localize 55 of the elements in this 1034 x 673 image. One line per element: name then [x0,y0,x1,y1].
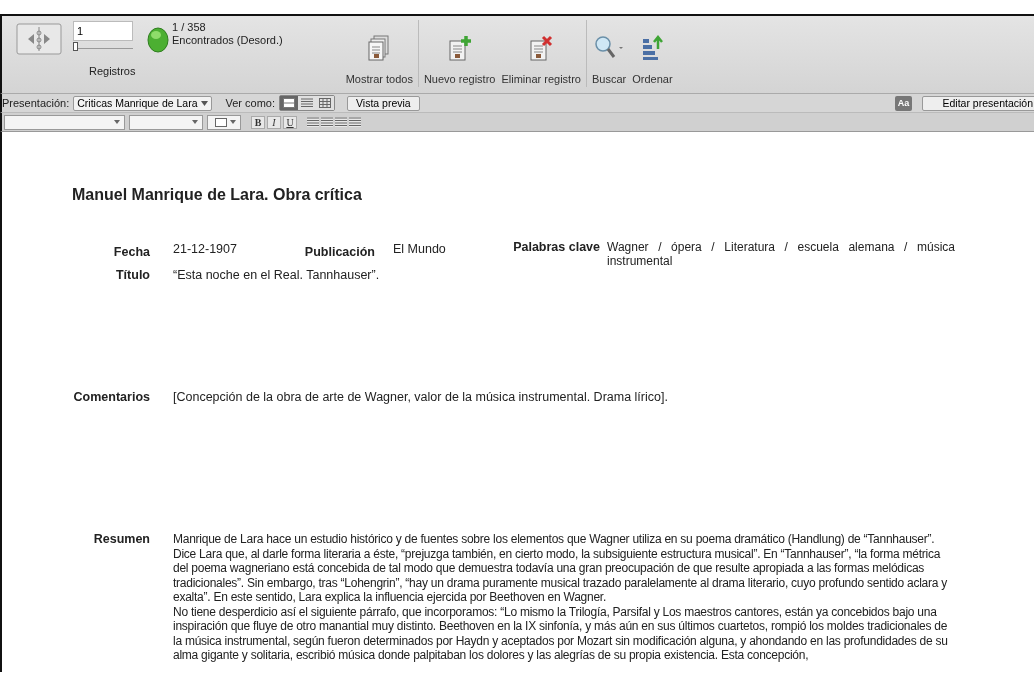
caret-icon [114,120,120,124]
toolbar-button[interactable]: Nuevo registro [420,16,499,91]
toolbar-button[interactable]: Buscar [588,16,630,91]
record-slider[interactable] [73,42,78,51]
font-size-dropdown[interactable] [129,114,203,130]
style-button[interactable]: U [283,115,297,129]
align-icon[interactable] [307,117,319,127]
field-label: Publicación [303,244,375,259]
keywords-value: Wagner / ópera / Literatura / escuela alemana / música instrumental [606,240,955,268]
title-value: “Esta noche en el Real. Tannhauser”. [173,268,381,282]
preview-button[interactable]: Vista previa [347,95,420,111]
field-label: Comentarios [72,390,150,404]
document-delete-icon [529,35,554,61]
summary-paragraph: No tiene desperdicio así el siguiente párrafo, que incorporamos: “Lo mismo la Trilogía, Parsifal y Los maestros cantores, están ya concebidos bajo una inspiración que fluye de otro manantial muy distinto. Beethoven en la IX sinfonía, y más aún en sus últimos cuartetos, rompió los moldes tradicionales de la música instrumental, según fueron determinados por Haydn y aceptados por Mozart sin modificación alguna, y ahondando en las profundidades de su alma gigante y solitaria, escribió música donde palpitaban los dolores y las alegrías de su propia existencia. Esta concepción, [173,604,949,663]
caret-icon [192,120,198,124]
table-view-icon [319,98,332,108]
style-button[interactable]: I [267,115,281,129]
found-status: Encontrados (Desord.) [172,34,283,47]
toolbar-button[interactable]: Ordenar [629,16,676,91]
color-dropdown[interactable] [207,114,241,130]
align-icon[interactable] [349,117,361,127]
view-as-label: Ver como: [225,97,276,109]
view-button[interactable] [298,96,317,110]
caret-icon [200,100,208,106]
field-label: Fecha [112,244,150,259]
sort-bars-icon [641,35,664,61]
view-button[interactable] [316,96,335,110]
field-label: Palabras clave [512,240,600,254]
publication-value: El Mundo [392,241,447,256]
edit-layout-button[interactable]: Editar presentación [922,95,1034,111]
records-label: Registros [89,65,133,77]
form-view-icon [283,98,296,108]
toolbar-button[interactable]: Mostrar todos [342,16,416,91]
list-view-icon [301,98,314,108]
toolbar-button[interactable]: Eliminar registro [498,16,584,91]
comments-value: [Concepción de la obra de arte de Wagner, valor de la música instrumental. Drama lírico]. [173,390,669,404]
layout-dropdown[interactable]: Criticas Manrique de Lara [73,95,212,111]
summary-paragraph: Manrique de Lara hace un estudio histórico y de fuentes sobre los elementos que Wagner utiliza en su poema dramático (Handlung) de “Tannhauser”. Dice Lara que, al darle forma literaria a éste, “prejuzga también, en cierto modo, la subsiguiente estructura musical”. En “Tannhauser”, “la forma métrica del poema wagneriano está concebida de tal modo que demuestra todavía una gran preocupación de que resulte apropiada a las formas melódicas tradicionales”. Sin embargo, tras “Lohengrin”, “hay un drama puramente musical trazado paralelamente al drama literario, cuyo profundo sentido aclara y exalta”. En este sentido, Lara explica la influencia ejercida por Beethoven en Wagner. [173,532,948,605]
caret-icon [230,120,236,124]
document-plus-icon [447,35,472,61]
field-label: Título [115,268,150,282]
view-button[interactable] [280,96,299,110]
style-button[interactable]: B [251,115,265,129]
font-dropdown[interactable] [4,114,125,130]
align-icon[interactable] [321,117,333,127]
align-icon[interactable] [335,117,347,127]
layout-label: Presentación: [2,97,70,109]
date-value: 21-12-1907 [172,241,238,256]
book-navigation-icon[interactable] [16,23,62,55]
record-title: Manuel Manrique de Lara. Obra crítica [71,185,363,204]
field-label: Resumen [92,532,150,548]
stacked-documents-icon [368,35,391,61]
record-number-field[interactable]: 1 [73,21,133,41]
found-count: 1 / 358 [172,21,207,34]
format-painter-button[interactable]: Aa [895,95,912,111]
